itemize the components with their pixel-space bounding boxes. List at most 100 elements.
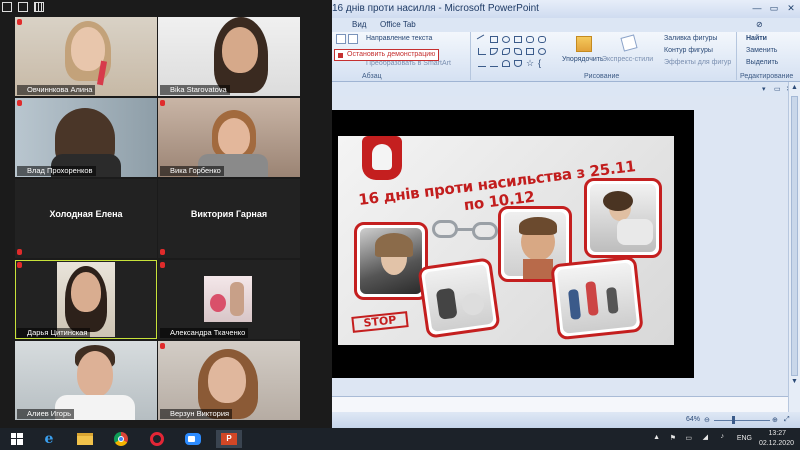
participant-tile[interactable]: Виктория Гарная [158, 179, 300, 258]
quick-styles-button[interactable]: Экспресс-стили [602, 56, 653, 63]
maximize-icon[interactable]: ▭ [766, 2, 782, 15]
stop-icon [338, 53, 343, 58]
participant-tile[interactable]: Вика Горбенко [158, 98, 300, 177]
close-icon[interactable]: ✕ [783, 2, 799, 15]
columns-icon[interactable] [348, 34, 358, 44]
zoom-slider-thumb[interactable] [732, 416, 735, 424]
chrome-icon[interactable] [108, 430, 134, 448]
fit-slide-icon[interactable]: ⤢ [784, 416, 790, 424]
network-icon[interactable]: ◢ [703, 433, 708, 441]
participant-tile[interactable]: Верзун Виктория [158, 341, 300, 420]
flag-icon[interactable]: ⚑ [670, 434, 676, 442]
replace-button[interactable]: Заменить [746, 47, 777, 54]
muted-mic-icon [17, 249, 22, 255]
notes-pane[interactable] [332, 396, 788, 412]
volume-icon[interactable]: ♪ [721, 433, 725, 440]
shape-icon[interactable] [502, 60, 510, 67]
arrange-button[interactable]: Упорядочить [562, 56, 604, 63]
participant-name: Вика Горбенко [160, 166, 224, 176]
speaker-view-icon[interactable] [18, 2, 28, 12]
quick-styles-icon[interactable] [620, 34, 638, 52]
smartart-button[interactable]: Преобразовать в SmartArt [366, 60, 451, 67]
participant-tile[interactable]: Алиев Игорь [15, 341, 157, 420]
curve-shape-icon[interactable] [478, 60, 486, 67]
participant-name: Bika Starovatova [160, 85, 230, 95]
ribbon-divider [736, 32, 737, 80]
rounded-rect-shape-icon[interactable] [526, 36, 534, 43]
zoom-in-icon[interactable]: ⊕ [772, 416, 778, 424]
line-shape-icon[interactable] [476, 34, 488, 45]
zoom-out-icon[interactable]: ⊖ [704, 416, 710, 424]
curve-shape-icon[interactable] [490, 60, 498, 67]
shape-icon[interactable] [514, 60, 522, 67]
arrow-shape-icon[interactable] [490, 48, 498, 55]
help-icon[interactable]: ⊘ [756, 20, 763, 29]
ribbon-divider [470, 32, 471, 80]
participant-tile-active-speaker[interactable]: Дарья Цитинская [15, 260, 157, 339]
stop-demo-button[interactable]: Остановить демонстрацию [334, 49, 440, 61]
zoom-level: 64% [686, 416, 701, 423]
chevron-down-icon[interactable]: ▾ [762, 85, 766, 93]
tab-office-tab[interactable]: Office Tab [380, 20, 416, 29]
window-title: 16 днів проти насилля - Microsoft PowerP… [332, 3, 539, 14]
zoom-icon[interactable] [180, 430, 206, 448]
shape-icon[interactable] [514, 48, 522, 55]
stop-demo-label: Остановить демонстрацию [347, 51, 436, 58]
select-button[interactable]: Выделить [746, 59, 778, 66]
find-button[interactable]: Найти [746, 35, 767, 42]
shape-icon[interactable] [526, 48, 534, 55]
zoom-slider[interactable] [714, 420, 770, 421]
rectangle-shape-icon[interactable] [490, 36, 498, 43]
gallery-view-icon[interactable] [2, 2, 12, 12]
scroll-down-icon[interactable]: ▼ [791, 378, 798, 385]
align-left-icon[interactable] [336, 34, 346, 44]
brace-shape-icon[interactable]: { [538, 58, 541, 68]
tab-view[interactable]: Вид [352, 20, 366, 29]
shape-outline-button[interactable]: Контур фигуры [664, 47, 713, 54]
opera-icon[interactable] [144, 430, 170, 448]
minimize-icon[interactable]: — [749, 2, 765, 15]
participant-tile[interactable]: Влад Прохоренков [15, 98, 157, 177]
rectangle-shape-icon[interactable] [514, 36, 522, 43]
shape-fill-button[interactable]: Заливка фигуры [664, 35, 717, 42]
clock-time[interactable]: 13:27 [768, 430, 786, 437]
connector-shape-icon[interactable] [478, 48, 486, 55]
participant-tile[interactable]: Александра Ткаченко [158, 260, 300, 339]
ribbon-tabs: Вид Office Tab ⊘ [332, 18, 800, 32]
participant-name: Александра Ткаченко [160, 328, 249, 338]
vertical-scrollbar[interactable]: ▲ ▼ [788, 82, 800, 412]
slide: 16 днів проти насильства з 25.11 по 10.1… [338, 136, 674, 345]
language-indicator[interactable]: ENG [737, 435, 752, 442]
grid-view-icon[interactable] [34, 2, 44, 12]
participant-name: Верзун Виктория [160, 409, 233, 419]
participant-name: Овчиннкова Алина [17, 85, 96, 95]
windows-taskbar: e P ▲ ⚑ ▭ ◢ ♪ ENG 13:27 02.12.2020 [0, 428, 800, 450]
participant-tile[interactable]: Bika Starovatova [158, 17, 300, 96]
muted-mic-icon [160, 343, 165, 349]
star-shape-icon[interactable]: ☆ [526, 58, 534, 69]
text-direction-button[interactable]: Направление текста [366, 35, 432, 42]
stop-stamp: STOP [351, 311, 409, 333]
internet-explorer-icon[interactable]: e [36, 430, 62, 448]
participant-tile[interactable]: Овчиннкова Алина [15, 17, 157, 96]
shape-effects-button[interactable]: Эффекты для фигур [664, 59, 731, 66]
muted-mic-icon [17, 100, 22, 106]
arrange-icon[interactable] [576, 36, 592, 52]
photo-man-woman-conflict [417, 257, 501, 339]
oval-shape-icon[interactable] [502, 36, 510, 43]
powerpoint-icon[interactable]: P [216, 430, 242, 448]
shape-icon[interactable] [538, 48, 546, 55]
scroll-up-icon[interactable]: ▲ [791, 84, 798, 91]
scroll-thumb[interactable] [791, 96, 798, 376]
shape-icon[interactable] [502, 48, 510, 55]
windows-start-icon[interactable] [4, 430, 30, 448]
show-hidden-icon[interactable]: ▲ [653, 434, 660, 441]
battery-icon[interactable]: ▭ [685, 434, 692, 442]
restore-icon[interactable]: ▭ [774, 85, 781, 93]
participant-tile[interactable]: Холодная Елена [15, 179, 157, 258]
handcuffs-image [432, 216, 502, 244]
paragraph-group-label: Абзац [362, 73, 382, 80]
rounded-rect-shape-icon[interactable] [538, 36, 546, 43]
file-explorer-icon[interactable] [72, 430, 98, 448]
clock-date[interactable]: 02.12.2020 [759, 440, 794, 447]
